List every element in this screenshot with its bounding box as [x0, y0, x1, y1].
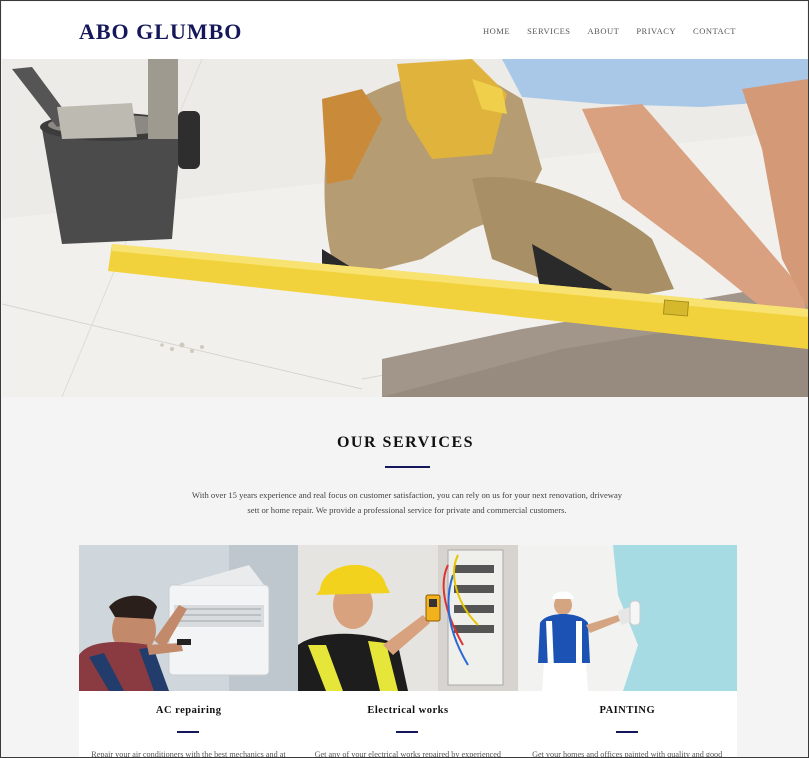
services-heading: OUR SERVICES	[336, 434, 475, 451]
main-nav: HOME SERVICES ABOUT PRIVACY CONTACT	[466, 26, 736, 36]
hero-photo-illustration	[2, 59, 808, 397]
service-card-title: Electrical works	[367, 705, 449, 716]
service-card-title: AC repairing	[155, 705, 222, 716]
service-card-description: Get any of your electrical works repaire…	[314, 750, 502, 758]
services-heading-underline	[385, 466, 430, 468]
service-card-electrical[interactable]: Electrical works Get any of your electri…	[298, 545, 518, 758]
service-card-underline	[396, 731, 419, 733]
service-card-underline	[615, 731, 638, 733]
service-card-ac[interactable]: AC repairing Repair your air conditioner…	[79, 545, 299, 758]
nav-home[interactable]: HOME	[483, 26, 510, 36]
nav-services[interactable]: SERVICES	[527, 26, 570, 36]
service-card-description: Repair your air conditioners with the be…	[91, 750, 286, 758]
nav-privacy[interactable]: PRIVACY	[636, 26, 676, 36]
ac-technician-image	[79, 545, 299, 691]
nav-about[interactable]: ABOUT	[588, 26, 620, 36]
page: ABO GLUMBO HOME SERVICES ABOUT PRIVACY C…	[0, 0, 809, 758]
hero-image	[2, 59, 808, 397]
service-card-painting[interactable]: PAINTING Get your homes and offices pain…	[517, 545, 737, 758]
service-card-title: PAINTING	[599, 705, 656, 716]
site-header: ABO GLUMBO HOME SERVICES ABOUT PRIVACY C…	[2, 2, 807, 59]
electrician-image	[298, 545, 518, 691]
site-logo[interactable]: ABO GLUMBO	[79, 19, 242, 45]
services-intro: With over 15 years experience and real f…	[191, 490, 623, 515]
service-card-underline	[177, 731, 199, 733]
painter-image	[517, 545, 737, 691]
service-card-description: Get your homes and offices painted with …	[532, 750, 723, 758]
nav-contact[interactable]: CONTACT	[693, 26, 736, 36]
service-cards: AC repairing Repair your air conditioner…	[79, 545, 737, 758]
